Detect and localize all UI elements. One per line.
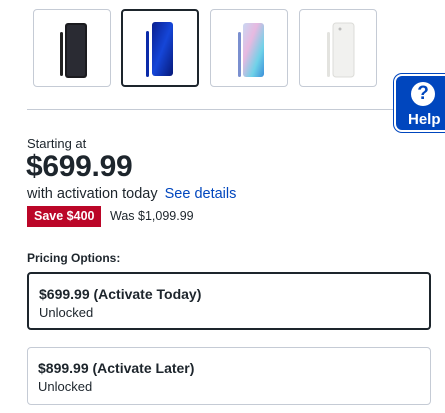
save-badge: Save $400 xyxy=(27,206,102,227)
question-icon: ? xyxy=(411,82,435,106)
pricing-option-subtitle: Unlocked xyxy=(38,379,93,394)
phone-image-black xyxy=(60,23,87,78)
pricing-option-activate-today[interactable]: $699.99 (Activate Today) Unlocked xyxy=(27,272,431,330)
starting-at-label: Starting at xyxy=(27,136,87,151)
pricing-options-label: Pricing Options: xyxy=(27,251,121,265)
pricing-option-subtitle: Unlocked xyxy=(39,305,94,320)
section-divider xyxy=(27,109,445,110)
help-button[interactable]: ? Help xyxy=(394,74,445,132)
was-price: Was $1,099.99 xyxy=(110,209,194,223)
price: $699.99 xyxy=(26,150,133,183)
phone-image-white xyxy=(327,22,355,78)
variant-swatch-aura-blue[interactable] xyxy=(121,9,199,87)
variant-swatch-aura-black[interactable] xyxy=(33,9,111,87)
see-details-link[interactable]: See details xyxy=(165,186,237,202)
phone-image-blue xyxy=(146,22,173,77)
variant-swatch-aura-white[interactable] xyxy=(299,9,377,87)
pricing-option-activate-later[interactable]: $899.99 (Activate Later) Unlocked xyxy=(27,347,431,405)
pricing-option-title: $699.99 (Activate Today) xyxy=(39,286,202,302)
activation-line: with activation today See details xyxy=(27,186,236,202)
variant-swatch-aura-glow[interactable] xyxy=(210,9,288,87)
phone-image-glow xyxy=(238,23,264,77)
activation-text: with activation today xyxy=(27,186,158,202)
pricing-option-title: $899.99 (Activate Later) xyxy=(38,360,195,376)
help-label: Help xyxy=(408,111,441,128)
